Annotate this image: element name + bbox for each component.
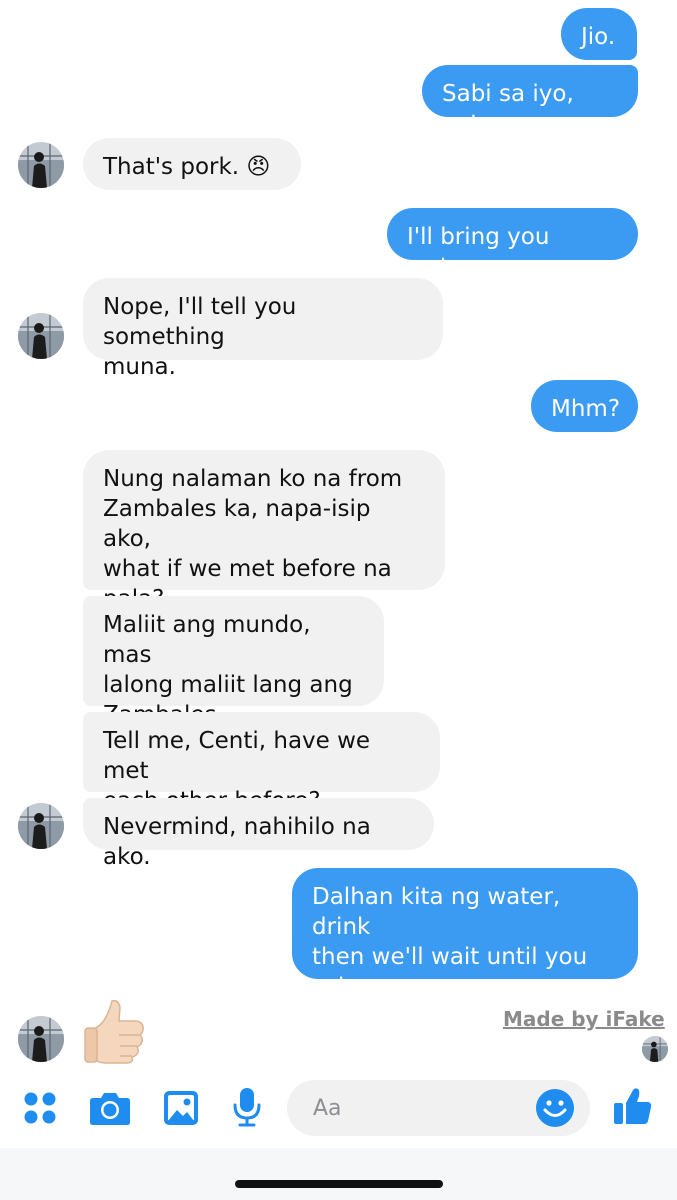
outgoing-message[interactable]: Mhm? (531, 380, 638, 432)
home-indicator[interactable] (235, 1180, 443, 1188)
incoming-message[interactable]: Maliit ang mundo, mas lalong maliit lang… (83, 596, 384, 728)
apps-icon[interactable] (22, 1090, 58, 1126)
microphone-icon[interactable] (232, 1087, 262, 1127)
emoji-icon[interactable] (535, 1088, 575, 1128)
avatar-photo-icon (642, 1036, 668, 1062)
avatar-photo-icon (18, 803, 64, 849)
message-composer[interactable] (287, 1080, 590, 1136)
incoming-message[interactable]: Nung nalaman ko na from Zambales ka, nap… (83, 450, 445, 612)
like-icon[interactable] (613, 1086, 653, 1126)
incoming-message[interactable]: Tell me, Centi, have we met each other b… (83, 712, 440, 814)
thumbs-up-sticker[interactable] (82, 995, 152, 1065)
contact-avatar[interactable] (18, 313, 64, 359)
home-indicator-area (0, 1148, 677, 1200)
avatar-photo-icon (18, 142, 64, 188)
avatar-photo-icon (18, 313, 64, 359)
incoming-message[interactable]: Nevermind, nahihilo na ako. (83, 798, 434, 870)
outgoing-message[interactable]: Jio. (561, 8, 637, 60)
gallery-icon[interactable] (163, 1090, 199, 1126)
outgoing-message[interactable]: I'll bring you water. (387, 208, 638, 280)
incoming-message[interactable]: That's pork. 😠 (83, 138, 301, 190)
outgoing-message[interactable]: Dalhan kita ng water, drink then we'll w… (292, 868, 638, 1000)
contact-avatar[interactable] (18, 142, 64, 188)
contact-avatar[interactable] (18, 1016, 64, 1062)
watermark-text: Made by iFake (503, 1007, 665, 1031)
outgoing-message[interactable]: Sabi sa iyo, eat. (422, 65, 638, 137)
avatar-photo-icon (18, 1016, 64, 1062)
thumbs-up-emoji-icon (84, 999, 144, 1064)
camera-icon[interactable] (89, 1090, 131, 1126)
message-input[interactable] (311, 1092, 525, 1124)
incoming-message[interactable]: Nope, I'll tell you something muna. (83, 278, 443, 380)
read-receipt-avatar (642, 1036, 668, 1062)
contact-avatar[interactable] (18, 803, 64, 849)
